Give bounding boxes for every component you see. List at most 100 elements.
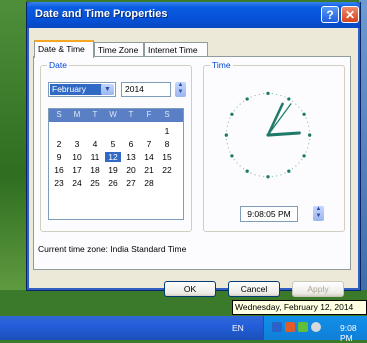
minute-hand: [266, 102, 284, 137]
time-legend: Time: [212, 60, 231, 70]
day-header: F: [146, 110, 152, 119]
clock-minute-marker: [239, 103, 241, 105]
date-legend: Date: [49, 60, 67, 70]
title-bar[interactable]: Date and Time Properties ? ✕: [27, 2, 360, 28]
clock-minute-marker: [308, 143, 310, 145]
calendar-day[interactable]: 17: [69, 165, 85, 175]
clock-minute-marker: [263, 175, 265, 178]
spin-up-icon[interactable]: ▲: [175, 82, 186, 89]
taskbar: EN 9:08 PM: [0, 316, 367, 343]
calendar-day[interactable]: 8: [159, 139, 175, 149]
clock-minute-marker: [258, 93, 260, 95]
calendar-day[interactable]: 1: [159, 126, 175, 136]
calendar-day[interactable]: 15: [159, 152, 175, 162]
clock-minute-marker: [239, 165, 241, 167]
calendar-day[interactable]: 16: [51, 165, 67, 175]
calendar-day[interactable]: 18: [87, 165, 103, 175]
clock-minute-marker: [227, 147, 229, 149]
clock-minute-marker: [276, 93, 278, 95]
clock-minute-marker: [308, 130, 311, 132]
clock-minute-marker: [225, 130, 228, 132]
clock-minute-marker: [258, 175, 260, 177]
day-header: M: [73, 110, 81, 119]
clock-hour-marker: [302, 154, 306, 158]
spin-down-icon[interactable]: ▼: [313, 213, 324, 220]
clock-minute-marker: [295, 165, 297, 167]
clock-hour-marker: [287, 169, 291, 173]
network-icon[interactable]: [272, 322, 282, 332]
apply-button[interactable]: Apply: [292, 281, 344, 297]
clock-minute-marker: [236, 106, 238, 108]
tab-date-time[interactable]: Date & Time: [34, 40, 94, 58]
clock-minute-marker: [298, 162, 300, 164]
clock-minute-marker: [229, 151, 231, 153]
chevron-down-icon[interactable]: ▼: [101, 84, 114, 95]
cancel-button[interactable]: Cancel: [228, 281, 280, 297]
calendar-day[interactable]: 10: [69, 152, 85, 162]
spin-down-icon[interactable]: ▼: [175, 89, 186, 96]
calendar-day[interactable]: 23: [51, 178, 67, 188]
clock-minute-marker: [229, 117, 231, 119]
day-header: T: [128, 110, 134, 119]
calendar-day[interactable]: 6: [123, 139, 139, 149]
calendar-day[interactable]: 5: [105, 139, 121, 149]
calendar-day[interactable]: 20: [123, 165, 139, 175]
taskbar-clock[interactable]: 9:08 PM: [340, 323, 367, 343]
calendar-day[interactable]: 2: [51, 139, 67, 149]
clock-minute-marker: [254, 94, 256, 97]
clock-hour-marker: [245, 169, 249, 173]
clock-minute-marker: [233, 109, 235, 112]
clock-minute-marker: [307, 147, 309, 149]
clock-minute-marker: [254, 174, 256, 176]
time-spinner[interactable]: ▲ ▼: [313, 206, 324, 221]
calendar-day[interactable]: 28: [141, 178, 157, 188]
calendar-day[interactable]: 27: [123, 178, 139, 188]
day-header: S: [56, 110, 62, 119]
clock-minute-marker: [225, 138, 228, 141]
volume-icon[interactable]: [311, 322, 321, 332]
calendar-day[interactable]: 7: [141, 139, 157, 149]
update-icon[interactable]: [298, 322, 308, 332]
current-time-zone: Current time zone: India Standard Time: [38, 244, 187, 254]
clock-hour-marker: [224, 133, 228, 137]
year-field[interactable]: 2014: [121, 82, 171, 97]
clock-hour-marker: [266, 91, 270, 96]
help-button[interactable]: ?: [321, 6, 339, 23]
month-select[interactable]: February ▼: [48, 82, 116, 97]
calendar-day[interactable]: 12: [105, 152, 121, 162]
calendar-day[interactable]: 14: [141, 152, 157, 162]
calendar: S M T W T F S 1 2 3 4 5 6 7 8 9 10 11 12 13 14 15 16 17 1…: [48, 108, 184, 220]
spin-up-icon[interactable]: ▲: [313, 206, 324, 213]
language-indicator[interactable]: EN: [232, 323, 244, 333]
calendar-day[interactable]: 26: [105, 178, 121, 188]
tab-internet-time[interactable]: Internet Time: [144, 42, 208, 57]
clock-hour-marker: [245, 97, 249, 101]
clock-minute-marker: [236, 162, 238, 164]
calendar-day[interactable]: 9: [51, 152, 67, 162]
clock-minute-marker: [301, 158, 303, 161]
year-spinner[interactable]: ▲ ▼: [175, 82, 186, 97]
clock-minute-marker: [307, 121, 309, 123]
security-icon[interactable]: [285, 322, 295, 332]
calendar-day[interactable]: 11: [87, 152, 103, 162]
calendar-day[interactable]: 24: [69, 178, 85, 188]
calendar-day[interactable]: 22: [159, 165, 175, 175]
system-tray: 9:08 PM: [263, 316, 367, 343]
tab-time-zone[interactable]: Time Zone: [94, 42, 144, 57]
calendar-day[interactable]: 19: [105, 165, 121, 175]
calendar-day[interactable]: 3: [69, 139, 85, 149]
clock-minute-marker: [226, 143, 228, 145]
close-button[interactable]: ✕: [341, 6, 359, 23]
time-field[interactable]: 9:08:05 PM: [240, 206, 298, 222]
clock-minute-marker: [308, 138, 311, 141]
calendar-day[interactable]: 21: [141, 165, 157, 175]
calendar-day[interactable]: 4: [87, 139, 103, 149]
clock-minute-marker: [308, 125, 310, 128]
day-header: W: [109, 110, 117, 119]
calendar-day-headers: S M T W T F S: [49, 109, 183, 122]
ok-button[interactable]: OK: [164, 281, 216, 297]
clock-minute-marker: [295, 103, 297, 105]
clock-minute-marker: [291, 168, 294, 170]
calendar-day[interactable]: 25: [87, 178, 103, 188]
calendar-day[interactable]: 13: [123, 152, 139, 162]
